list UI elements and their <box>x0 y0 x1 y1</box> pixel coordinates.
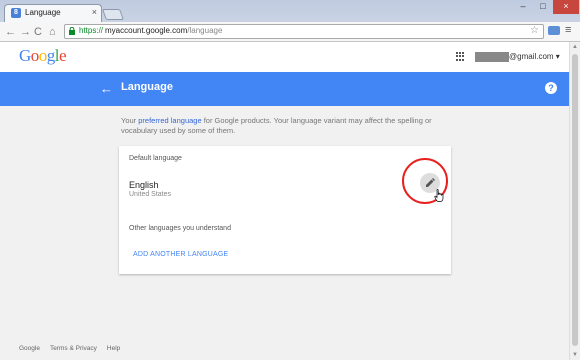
logo-letter: o <box>30 46 40 65</box>
forward-icon[interactable]: → <box>20 24 31 40</box>
reload-icon[interactable]: C <box>34 24 42 40</box>
tab-strip: 8 Language × – □ × <box>0 0 580 22</box>
google-favicon-icon: 8 <box>11 8 21 18</box>
logo-letter: o <box>38 46 48 65</box>
logo-letter: g <box>46 46 56 65</box>
redacted-email <box>475 52 509 62</box>
back-icon[interactable]: ← <box>5 24 16 40</box>
back-arrow-icon[interactable]: ← <box>100 81 113 96</box>
add-language-button[interactable]: ADD ANOTHER LANGUAGE <box>133 251 228 258</box>
scrollbar[interactable]: ▲ ▼ <box>569 42 580 360</box>
intro-text: Your preferred language for Google produ… <box>121 116 441 136</box>
home-icon[interactable]: ⌂ <box>49 24 56 40</box>
scroll-thumb[interactable] <box>572 54 578 346</box>
camera-extension-icon[interactable] <box>548 26 560 35</box>
tab-language[interactable]: 8 Language × <box>4 4 102 22</box>
language-name: English <box>129 180 159 190</box>
page-title-bar: ← Language ? <box>0 72 569 106</box>
window-close-button[interactable]: × <box>553 0 579 14</box>
url-scheme: https:// <box>79 26 104 35</box>
language-region: United States <box>129 191 172 198</box>
chrome-menu-icon[interactable]: ≡ <box>565 24 571 36</box>
address-bar[interactable]: https:// myaccount.google.com/language ☆ <box>64 24 544 39</box>
maximize-button[interactable]: □ <box>533 0 553 14</box>
google-logo[interactable]: Google <box>19 46 67 66</box>
logo-letter: G <box>19 46 31 65</box>
intro-before: Your <box>121 116 139 125</box>
page-content: Google @gmail.com ▾ ← Language ? Your pr… <box>0 42 569 360</box>
help-icon[interactable]: ? <box>545 82 557 94</box>
footer-link[interactable]: Google <box>19 345 40 352</box>
minimize-button[interactable]: – <box>513 0 533 14</box>
scroll-up-icon[interactable]: ▲ <box>572 44 578 50</box>
google-header: Google @gmail.com ▾ <box>0 42 569 72</box>
browser-toolbar: ← → C ⌂ https:// myaccount.google.com/la… <box>0 22 580 42</box>
footer-link[interactable]: Help <box>107 345 120 352</box>
logo-letter: e <box>59 46 67 65</box>
preferred-language-link[interactable]: preferred language <box>138 116 201 125</box>
lock-icon <box>69 27 75 35</box>
page-title: Language <box>121 81 173 93</box>
hand-cursor-icon <box>434 189 444 202</box>
url-host: myaccount.google.com <box>105 26 188 35</box>
apps-grid-icon[interactable] <box>456 52 465 61</box>
pencil-icon <box>426 178 435 187</box>
scroll-down-icon[interactable]: ▼ <box>572 352 578 358</box>
account-email[interactable]: @gmail.com ▾ <box>509 52 560 61</box>
new-tab-button[interactable] <box>101 9 125 20</box>
other-languages-label: Other languages you understand <box>129 225 231 232</box>
tab-close-icon[interactable]: × <box>92 7 97 17</box>
url-path: /language <box>187 26 223 35</box>
language-card: Default language English United States O… <box>119 146 451 274</box>
footer: Google Terms & Privacy Help <box>19 345 130 352</box>
default-language-label: Default language <box>129 155 182 162</box>
url-text: myaccount.google.com/language <box>105 26 222 35</box>
bookmark-star-icon[interactable]: ☆ <box>530 25 539 36</box>
tab-title: Language <box>25 8 61 17</box>
footer-link[interactable]: Terms & Privacy <box>50 345 97 352</box>
